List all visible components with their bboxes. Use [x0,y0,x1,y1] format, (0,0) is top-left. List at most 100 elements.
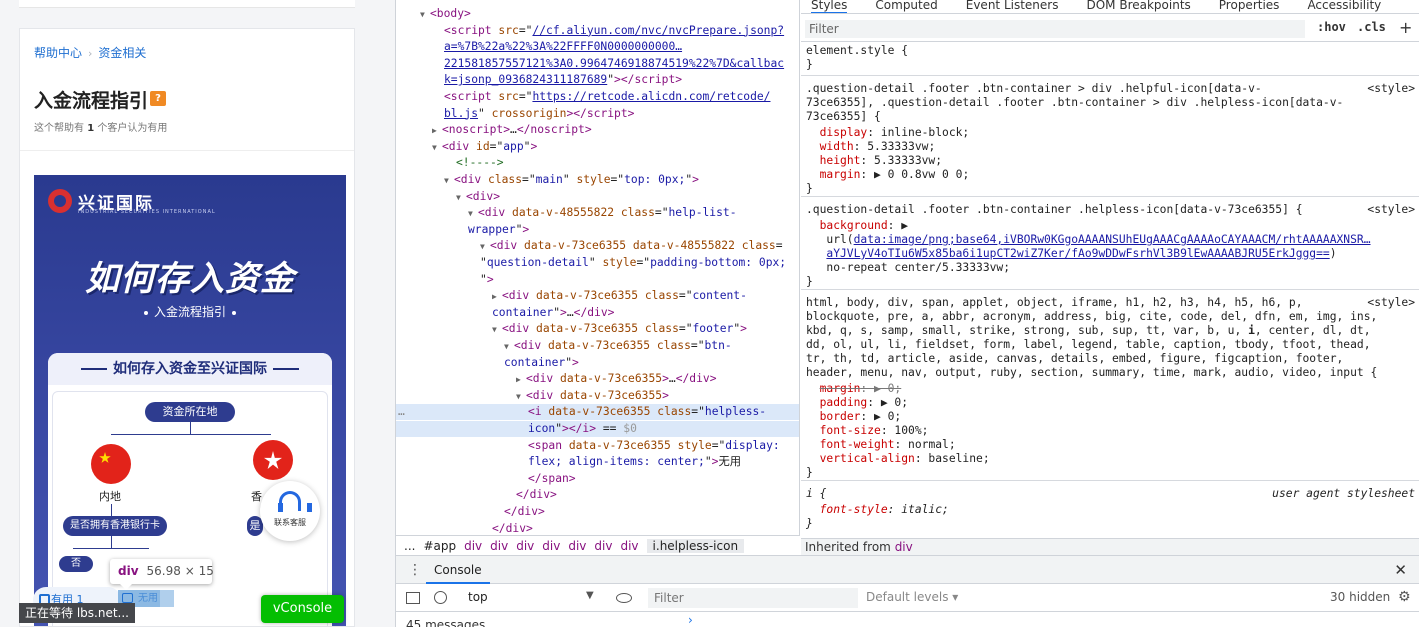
hover-state-toggle[interactable]: :hov [1317,20,1346,34]
dom-crumb[interactable]: div [542,539,560,553]
style-rule-line[interactable]: .question-detail .footer .btn-container … [801,203,1419,217]
rule-source-link[interactable]: <style> [1367,82,1415,96]
dom-node-line[interactable]: container">…</div> [396,305,799,321]
rule-source-link[interactable]: user agent stylesheet [1272,487,1415,501]
dom-crumb[interactable]: div [568,539,586,553]
context-select[interactable]: top [468,590,488,604]
breadcrumb-funds[interactable]: 资金相关 [98,46,146,60]
dom-node-line[interactable]: "> [396,272,799,288]
style-rule-line[interactable]: } [801,517,1419,531]
console-tab[interactable]: Console [426,556,490,584]
style-rule-line[interactable]: header, menu, nav, output, ruby, section… [801,366,1419,380]
dom-crumb[interactable]: #app [423,539,456,553]
log-levels-dropdown[interactable]: Default levels ▾ [866,590,958,604]
messages-count[interactable]: 45 messages [406,617,485,627]
tab-properties[interactable]: Properties [1219,0,1280,12]
dom-crumb[interactable]: div [490,539,508,553]
dom-node-line[interactable]: <script src="https://retcode.alicdn.com/… [396,89,799,105]
style-rule-line[interactable]: url(data:image/png;base64,iVBORw0KGgoAAA… [801,233,1419,247]
style-rule-line[interactable]: no-repeat center/5.33333vw; [801,261,1419,275]
style-rule-line[interactable]: font-size: 100%; [801,424,1419,438]
dom-node-line[interactable]: k=jsonp_0936824311187689"></script> [396,72,799,88]
tab-event-listeners[interactable]: Event Listeners [966,0,1059,12]
vconsole-button[interactable]: vConsole [261,595,344,623]
dom-node-line[interactable]: ▶ <div data-v-73ce6355 class="content- [396,288,799,304]
style-rule-line[interactable]: element.style { [801,44,1419,58]
style-rule-line[interactable]: dd, ol, ul, li, fieldset, form, label, l… [801,338,1419,352]
style-rule-line[interactable]: border: ▶ 0; [801,410,1419,424]
dom-node-line[interactable]: ▼ <div data-v-48555822 class="help-list- [396,205,799,221]
drawer-menu-icon[interactable]: ⋮ [408,562,422,578]
dom-crumb[interactable]: div [620,539,638,553]
dom-node-line[interactable]: <span data-v-73ce6355 style="display: [396,438,799,454]
dom-node-line[interactable]: flex; align-items: center;">无用 [396,454,799,470]
style-rule-line[interactable]: height: 5.33333vw; [801,154,1419,168]
dom-node-line[interactable]: ▼ <div data-v-73ce6355> [396,388,799,404]
dom-node-line[interactable]: </span> [396,471,799,487]
dom-node-line[interactable]: <script src="//cf.aliyun.com/nvc/nvcPrep… [396,23,799,39]
dom-node-line[interactable]: ▶ <div data-v-73ce6355>…</div> [396,371,799,387]
dom-crumb[interactable]: i.helpless-icon [646,539,745,553]
contact-service-button[interactable]: 联系客服 [260,481,320,541]
dom-node-line[interactable]: 221581857557121%3A0.9964746918874519%22%… [396,56,799,72]
dom-node-line[interactable]: <!----> [396,155,799,171]
console-filter-input[interactable]: Filter [648,588,858,608]
dom-crumb[interactable]: div [594,539,612,553]
tab-dom-breakpoints[interactable]: DOM Breakpoints [1086,0,1190,12]
sidebar-toggle-icon[interactable] [406,592,420,604]
style-rule-line[interactable]: vertical-align: baseline; [801,452,1419,466]
rule-source-link[interactable]: <style> [1367,296,1415,310]
dom-node-line[interactable]: ▼ <div data-v-73ce6355 class="btn- [396,338,799,354]
dom-node-line[interactable]: ▶ <noscript>…</noscript> [396,122,799,138]
class-toggle[interactable]: .cls [1357,20,1386,34]
rule-source-link[interactable]: <style> [1367,203,1415,217]
dom-crumb[interactable]: div [516,539,534,553]
style-rule-line[interactable]: kbd, q, s, samp, small, strike, strong, … [801,324,1419,338]
inherited-tag[interactable]: div [895,540,913,554]
dom-node-line[interactable]: "question-detail" style="padding-bottom:… [396,255,799,271]
dom-node-line[interactable]: ▼ <div id="app"> [396,139,799,155]
style-rule-line[interactable]: margin: ▶ 0 0.8vw 0 0; [801,168,1419,182]
tab-accessibility[interactable]: Accessibility [1307,0,1381,12]
close-drawer-icon[interactable]: ✕ [1394,561,1407,579]
style-rule-line[interactable]: font-style: italic; [801,503,1419,517]
dom-crumb[interactable]: div [464,539,482,553]
style-rule-line[interactable]: 73ce6355] { [801,110,1419,124]
dom-node-line[interactable]: ▼ <body> [396,6,799,22]
style-rule-line[interactable]: margin: ▶ 0; [801,382,1419,396]
style-rule-line[interactable]: } [801,466,1419,480]
style-rule-line[interactable]: display: inline-block; [801,126,1419,140]
dom-node-line[interactable]: ▼ <div class="main" style="top: 0px;"> [396,172,799,188]
dom-node-line[interactable]: a=%7B%22a%22%3A%22FFFF0N0000000000… [396,39,799,55]
dom-node-line[interactable]: </div> [396,487,799,503]
new-rule-button[interactable]: + [1399,18,1412,37]
dom-node-line[interactable]: ▼ <div data-v-73ce6355 class="footer"> [396,321,799,337]
style-rule-line[interactable]: .question-detail .footer .btn-container … [801,82,1419,96]
eye-icon[interactable] [616,593,632,603]
style-rule-line[interactable]: } [801,182,1419,196]
dom-node-line[interactable]: </div> [396,504,799,520]
style-rule-line[interactable]: html, body, div, span, applet, object, i… [801,296,1419,310]
style-rule-line[interactable]: background: ▶ [801,219,1419,233]
clear-console-icon[interactable] [434,591,447,604]
style-rule-line[interactable]: blockquote, pre, a, abbr, acronym, addre… [801,310,1419,324]
style-rule-line[interactable]: tr, th, td, article, aside, canvas, deta… [801,352,1419,366]
gear-icon[interactable]: ⚙ [1398,589,1411,605]
selected-dom-node[interactable]: <i data-v-73ce6355 class="helpless-… [396,404,799,421]
dom-node-line[interactable]: bl.js" crossorigin></script> [396,106,799,122]
dom-node-line[interactable]: ▼ <div data-v-73ce6355 data-v-48555822 cl… [396,238,799,254]
style-rule-line[interactable]: } [801,58,1419,72]
breadcrumb-help-center[interactable]: 帮助中心 [34,46,82,60]
selected-dom-node[interactable]: icon"></i> == $0 [396,421,799,437]
style-rule-line[interactable]: width: 5.33333vw; [801,140,1419,154]
dom-node-line[interactable]: wrapper"> [396,222,799,238]
styles-filter-input[interactable]: Filter [805,20,1305,38]
style-rule-line[interactable]: font-weight: normal; [801,438,1419,452]
style-rule-line[interactable]: 73ce6355], .question-detail .footer .btn… [801,96,1419,110]
dom-node-line[interactable]: ▼ <div> [396,189,799,205]
dom-node-line[interactable]: container"> [396,355,799,371]
dom-crumb[interactable]: ... [404,539,415,553]
style-rule-line[interactable]: } [801,275,1419,289]
style-rule-line[interactable]: i {user agent stylesheet [801,487,1419,501]
style-rule-line[interactable]: aYJVLyV4oTIu6W5x85ba6i1upCT2wiZ7Ker/fAo9… [801,247,1419,261]
